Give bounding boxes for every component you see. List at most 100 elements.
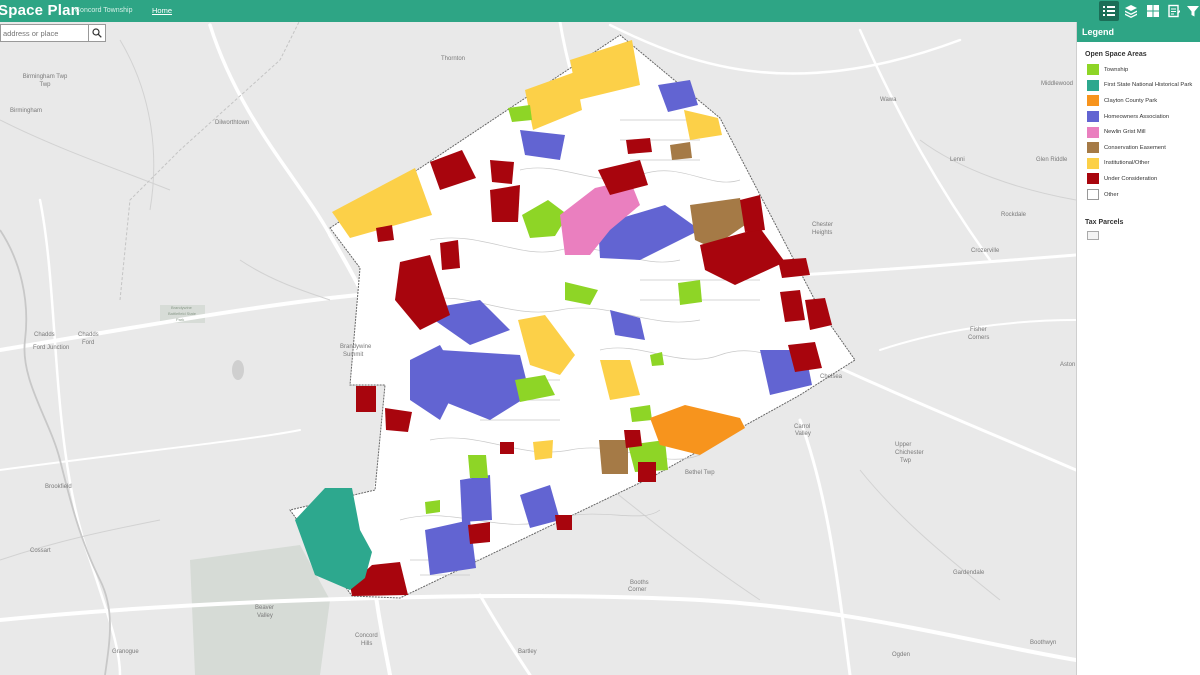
home-link[interactable]: Home [152, 5, 172, 16]
place-label: Corner [628, 587, 646, 593]
place-label: Hills [361, 641, 372, 647]
legend-swatch [1087, 142, 1099, 154]
legend-item: Township [1077, 62, 1200, 78]
place-label: Wawa [880, 97, 897, 103]
place-label: Heights [812, 230, 832, 236]
app-title: Space Plan [0, 2, 81, 19]
legend-title: Legend [1077, 22, 1200, 42]
parcel-under-consideration[interactable] [468, 522, 490, 544]
parcel-under-consideration[interactable] [356, 386, 376, 412]
place-label: Bartley [518, 649, 537, 655]
legend-label: Under Consideration [1104, 175, 1158, 182]
legend-item: Newlin Grist Mill [1077, 124, 1200, 140]
legend-list-icon [1103, 6, 1115, 16]
app-subtitle: Concord Township [75, 7, 133, 14]
place-label: Concord [355, 633, 378, 639]
place-label: Ford [82, 340, 94, 346]
parcel-institutional[interactable] [684, 110, 722, 140]
tax-parcels-title: Tax Parcels [1085, 219, 1124, 227]
parcel-hoa[interactable] [460, 475, 492, 522]
search-icon [92, 28, 102, 38]
place-label: Birmingham [10, 108, 42, 114]
legend-swatch [1087, 111, 1099, 123]
parcel-under-consideration[interactable] [624, 430, 642, 448]
map-canvas[interactable]: Thornton Birmingham Twp Twp Birmingham D… [0, 22, 1076, 675]
legend-swatch [1087, 173, 1099, 185]
stream [0, 229, 111, 675]
legend-item: Clayton County Park [1077, 93, 1200, 109]
legend-label: First State National Historical Park [1104, 82, 1193, 89]
place-label: Brookfield [45, 484, 72, 490]
parcel-under-consideration[interactable] [638, 462, 656, 482]
filter-tool-button[interactable] [1183, 1, 1200, 21]
legend-swatch [1087, 95, 1099, 107]
parcel-institutional[interactable] [533, 440, 553, 460]
legend-label: Newlin Grist Mill [1104, 129, 1146, 136]
place-label: Gardendale [953, 570, 985, 576]
parcel-conservation-easement[interactable] [599, 440, 628, 474]
water-feature [232, 360, 244, 380]
parcel-under-consideration[interactable] [440, 240, 460, 270]
parcel-under-consideration[interactable] [385, 408, 412, 432]
place-label: Twp [39, 82, 51, 88]
header-bar: Space Plan Concord Township Home [0, 0, 1200, 22]
parcel-under-consideration[interactable] [555, 515, 572, 530]
place-label: Brandywine [340, 344, 372, 350]
print-icon [1168, 4, 1180, 18]
legend-label: Homeowners Association [1104, 113, 1170, 120]
legend-label: Other [1104, 191, 1119, 198]
place-label: Beaver [255, 605, 274, 611]
basemap-tool-button[interactable] [1143, 1, 1163, 21]
basemap-grid-icon [1147, 5, 1159, 17]
place-label: Chadds [34, 332, 55, 338]
place-label: Bethel Twp [685, 470, 715, 476]
place-label: Rockdale [1001, 212, 1027, 218]
place-label: Valley [257, 613, 273, 619]
parcel-township[interactable] [508, 105, 532, 122]
layers-icon [1125, 5, 1137, 18]
print-tool-button[interactable] [1164, 1, 1184, 21]
layers-tool-button[interactable] [1121, 1, 1141, 21]
place-label: Cossart [30, 548, 51, 554]
place-label: Twp [900, 458, 912, 464]
parcel-township[interactable] [630, 405, 652, 422]
township-boundary-line [119, 22, 300, 301]
parcel-conservation-easement[interactable] [670, 142, 692, 160]
legend-label: Conservation Easement [1104, 144, 1166, 151]
legend-tool-button[interactable] [1099, 1, 1119, 21]
place-label: Valley [795, 431, 811, 437]
legend-swatch [1087, 64, 1099, 76]
parcel-township[interactable] [468, 455, 488, 478]
parcel-township[interactable] [425, 500, 440, 514]
parcel-under-consideration[interactable] [490, 160, 514, 184]
place-label: Middlewood [1041, 81, 1073, 87]
park-label: Brandywine [171, 305, 193, 310]
place-label: Lenni [950, 157, 965, 163]
place-label: Booths [630, 580, 649, 586]
place-label: Carrol [794, 424, 810, 430]
parcel-under-consideration[interactable] [778, 258, 810, 278]
search-button[interactable] [88, 25, 105, 41]
parcel-township[interactable] [678, 280, 702, 305]
map-view[interactable]: Thornton Birmingham Twp Twp Birmingham D… [0, 22, 1076, 675]
legend-panel: Legend Open Space Areas Township First St… [1076, 22, 1200, 675]
place-label: Chadds [78, 332, 99, 338]
legend-label: Township [1104, 66, 1129, 73]
open-space-areas-title: Open Space Areas [1085, 51, 1147, 58]
place-label: Chester [812, 222, 833, 228]
parcel-under-consideration[interactable] [626, 138, 652, 154]
place-label: Chichester [895, 450, 924, 456]
parcel-under-consideration[interactable] [490, 185, 520, 222]
search-box [0, 24, 106, 42]
concord-township-boundary [289, 34, 856, 599]
place-label: Upper [895, 442, 911, 448]
parcel-under-consideration[interactable] [500, 442, 514, 454]
legend-item: Homeowners Association [1077, 109, 1200, 125]
park-label: Park [176, 317, 184, 322]
place-label: Thornton [441, 56, 465, 62]
legend-swatch [1087, 189, 1099, 201]
parcel-under-consideration[interactable] [376, 225, 394, 242]
search-input[interactable] [1, 25, 88, 41]
legend-item: First State National Historical Park [1077, 78, 1200, 94]
filter-icon [1187, 6, 1199, 17]
